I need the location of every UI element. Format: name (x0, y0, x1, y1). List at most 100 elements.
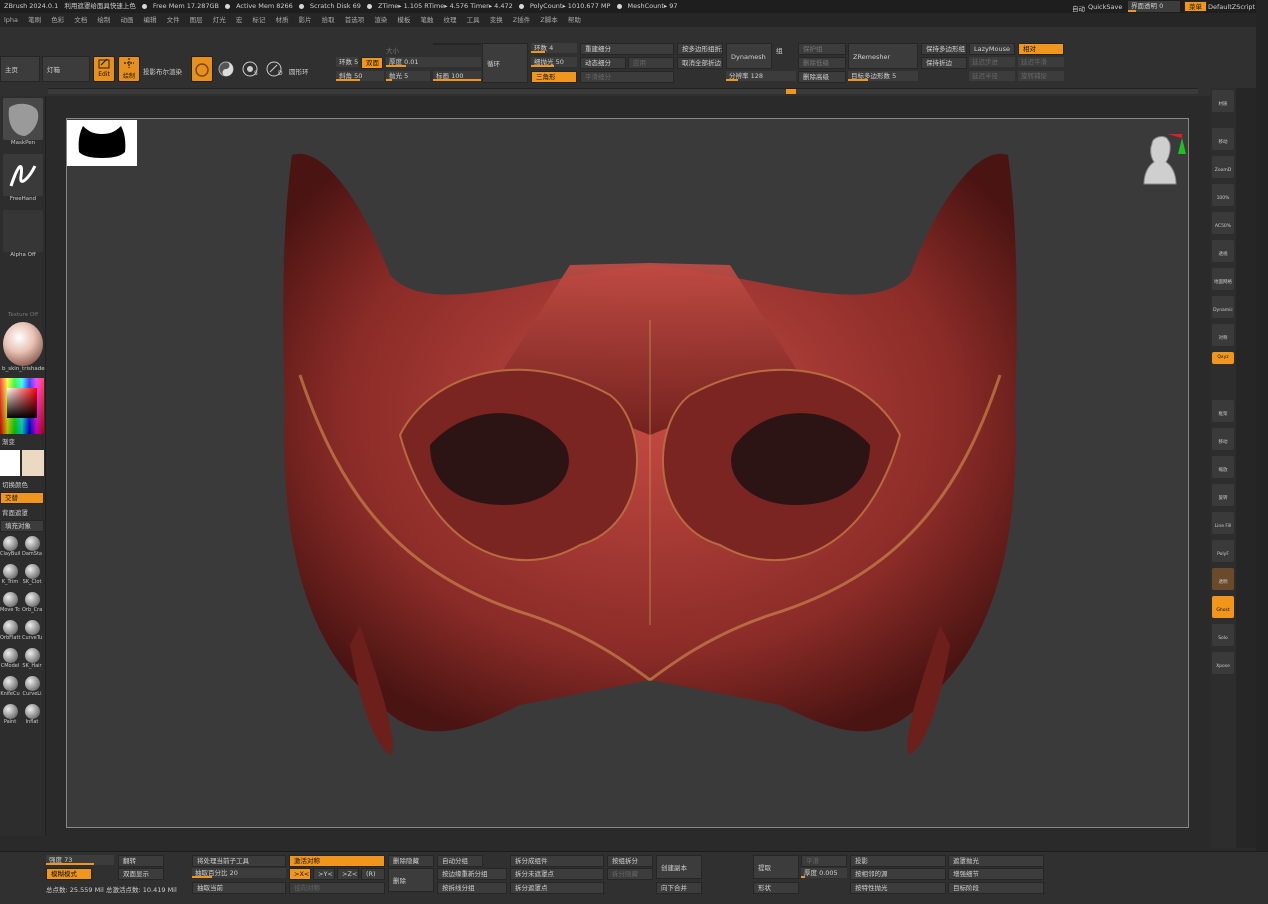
menu-item[interactable]: 帮助 (568, 16, 581, 24)
lazy-step-slider[interactable]: 延迟步进 (969, 57, 1015, 67)
solo-button[interactable]: Solo (1212, 624, 1234, 646)
split-hidden-button[interactable]: 拆分隐藏 (607, 868, 653, 880)
gradient-label[interactable]: 渐变 (2, 436, 15, 446)
menu-item[interactable]: 文档 (74, 16, 87, 24)
brush-paint[interactable]: Paint (0, 704, 20, 725)
saturation-square[interactable] (7, 388, 37, 418)
brush-damstandard[interactable]: DamSta (22, 536, 42, 557)
extract-button[interactable]: 提取 (753, 855, 799, 879)
groups-label[interactable]: 组 (776, 45, 783, 55)
zremesher-button[interactable]: ZRemesher (848, 43, 918, 69)
menu-item[interactable]: 模板 (397, 16, 410, 24)
delete-lower-button[interactable]: 删除低级 (798, 57, 846, 69)
menu-item[interactable]: 纹理 (444, 16, 457, 24)
menu-item[interactable]: 影片 (299, 16, 312, 24)
s-sphere-icon[interactable]: S (241, 60, 259, 80)
crease-pg-button[interactable]: 按多边形组折边 (677, 43, 723, 55)
line-fill-button[interactable]: Line Fill (1212, 512, 1234, 534)
smooth-extract-button[interactable]: 平滑 (801, 855, 847, 867)
invert-button[interactable]: 翻转 (118, 855, 164, 867)
sphere-mode-button[interactable] (191, 56, 213, 82)
relative-button[interactable]: 相对 (1018, 43, 1064, 55)
shape-button[interactable]: 形状 (753, 882, 799, 894)
polish-groups-button[interactable]: 保护组 (798, 43, 846, 55)
sym-x-button[interactable]: >X< (289, 868, 311, 880)
menu-item[interactable]: 渲染 (374, 16, 387, 24)
rotate-button[interactable]: 旋转 (1212, 484, 1234, 506)
bevel-slider[interactable]: 斜角 50 (336, 71, 384, 81)
brush-move[interactable]: Move Tc (0, 592, 20, 613)
xyz-button[interactable]: Qxyz (1212, 352, 1234, 364)
draw-button[interactable]: 绘制 (118, 56, 140, 82)
lightbox-button[interactable]: 灯箱 (42, 56, 90, 82)
dynamic-subdiv-button[interactable]: 动态细分 (580, 57, 626, 69)
menu-item[interactable]: 图层 (190, 16, 203, 24)
menu-item[interactable]: 变换 (490, 16, 503, 24)
backface-mask-button[interactable]: 背面遮罩 (2, 507, 28, 517)
menu-item[interactable]: 灯光 (213, 16, 226, 24)
groups-split-button[interactable]: 按组拆分 (607, 855, 653, 867)
extract-current-button[interactable]: 抽取当前 (192, 882, 286, 894)
zoomd-button[interactable]: ZoomD (1212, 156, 1234, 178)
menu-item[interactable]: 色彩 (51, 16, 64, 24)
menus-button[interactable]: 菜单 (1184, 1, 1207, 12)
double-button[interactable]: 双面 (361, 57, 383, 69)
mask-to-subtool-button[interactable]: 将处理当前子工具 (192, 855, 286, 867)
delete-button[interactable]: 删除 (388, 868, 434, 892)
scroll-thumb[interactable] (786, 89, 796, 94)
brush-clay-buildup[interactable]: ClayBuil (0, 536, 20, 557)
brush-inflate[interactable]: Inflat (22, 704, 42, 725)
projection-master-label[interactable]: 投影布尔渲染 (143, 66, 182, 76)
dynamesh-button[interactable]: Dynamesh (726, 43, 772, 69)
smooth-subdiv-button[interactable]: 平滑细分 (580, 71, 674, 83)
move-button[interactable]: 移动 (1212, 428, 1234, 450)
alpha-selector[interactable]: Alpha Off (2, 210, 44, 258)
brush-orb-flatten[interactable]: OrbFlatt (0, 620, 20, 641)
yin-yang-icon[interactable] (217, 60, 235, 80)
home-button[interactable]: 主页 (0, 56, 40, 82)
keep-creases-button[interactable]: 保持折边 (921, 57, 967, 69)
merge-down-button[interactable]: 向下合并 (656, 882, 702, 894)
d-sphere-icon[interactable]: D (265, 60, 283, 80)
split-masked-button[interactable]: 拆分遮罩点 (510, 882, 604, 894)
shelf-scrollbar[interactable] (48, 88, 1198, 94)
brush-cloth[interactable]: SK_Clot (22, 564, 42, 585)
brush-cmodel[interactable]: CModel (0, 648, 20, 669)
xpose-button[interactable]: Xpose (1212, 652, 1234, 674)
edit-button[interactable]: Edit (93, 56, 115, 82)
triangle-button[interactable]: 三角形 (531, 71, 577, 83)
fill-object-button[interactable]: 填充对象 (0, 520, 44, 532)
menu-item[interactable]: 笔刷 (28, 16, 41, 24)
menu-item[interactable]: 标记 (252, 16, 265, 24)
actual-size-button[interactable]: 100% (1212, 184, 1234, 206)
auto-project-button[interactable]: 按相邻的源 (850, 868, 946, 880)
ui-transparency-slider[interactable]: 界面透明 0 (1128, 1, 1180, 12)
menu-item[interactable]: 绘制 (97, 16, 110, 24)
brush-hair[interactable]: SK_Hair (22, 648, 42, 669)
polish-slider[interactable]: 抛光 5 (386, 71, 430, 81)
duplicate-button[interactable]: 创建副本 (656, 855, 702, 879)
lazy-radius-slider[interactable]: 延迟半径 (969, 71, 1015, 81)
menu-item[interactable]: 文件 (167, 16, 180, 24)
rings-slider[interactable]: 环数 4 (531, 43, 577, 53)
menu-item[interactable]: 笔触 (420, 16, 433, 24)
brush-curve-line[interactable]: CurveLi (22, 676, 42, 697)
material-selector[interactable]: b_skin_trishade (2, 322, 45, 372)
delete-hidden-button[interactable]: 删除隐藏 (388, 855, 434, 867)
scale-button[interactable]: 缩放 (1212, 456, 1234, 478)
secondary-color-swatch[interactable] (22, 450, 44, 476)
menu-item[interactable]: 拾取 (322, 16, 335, 24)
regroup-edges-button[interactable]: 按边缘重新分组 (437, 868, 507, 880)
intensity-slider[interactable]: 强度 73 (46, 855, 114, 865)
material-button[interactable]: 材质 (1212, 90, 1234, 112)
menu-item[interactable]: 首选项 (345, 16, 365, 24)
brush-knife-curve[interactable]: KnifeCu (0, 676, 20, 697)
size-button[interactable] (433, 43, 481, 45)
switch-color-button[interactable]: 切换颜色 (2, 479, 28, 489)
keep-groups-button[interactable]: 保持多边形组 (921, 43, 967, 55)
navigation-gizmo[interactable] (1136, 120, 1192, 200)
right-scroll-area[interactable] (1236, 88, 1256, 848)
mask-by-feature-button[interactable]: 遮罩抛光 (948, 855, 1044, 867)
quicksave-button[interactable]: QuickSave (1088, 3, 1122, 11)
menu-item[interactable]: 动画 (120, 16, 133, 24)
